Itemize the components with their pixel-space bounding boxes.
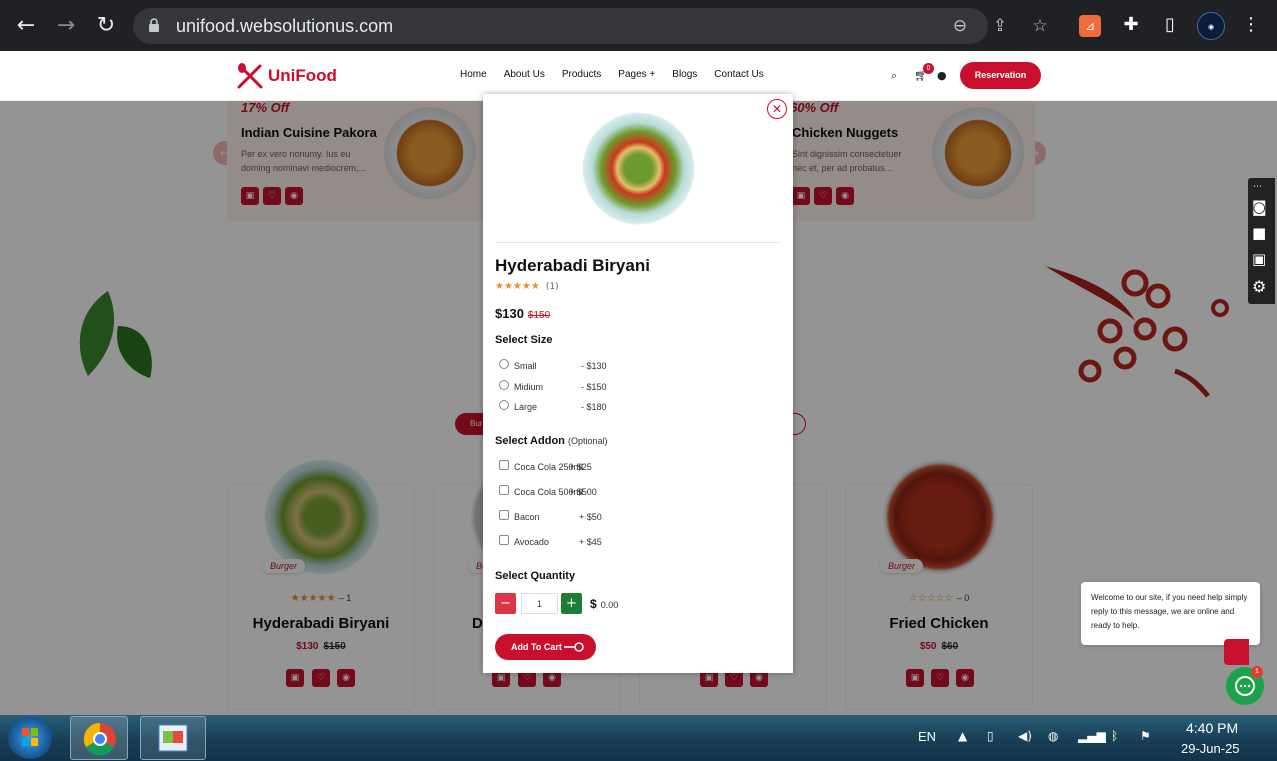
toggle-icon <box>564 642 584 652</box>
divider <box>495 242 781 243</box>
more-icon[interactable]: ⋯ <box>1253 182 1262 192</box>
extension-icon[interactable]: ⊿ <box>1079 15 1101 37</box>
addon-checkbox[interactable] <box>499 460 509 470</box>
nav-pages[interactable]: Pages + <box>618 69 655 80</box>
cart-count-badge: 0 <box>923 63 934 74</box>
quantity-input[interactable]: 1 <box>521 593 558 614</box>
screen-tools-panel: ⋯ ◙ ■ ▣ ⚙ <box>1248 178 1275 304</box>
addon-heading: Select Addon (Optional) <box>495 435 608 447</box>
menu-icon[interactable]: ⋮ <box>1239 13 1263 37</box>
close-icon[interactable]: ✕ <box>767 99 787 119</box>
search-icon[interactable]: ⌕ <box>891 69 897 83</box>
start-button[interactable] <box>8 717 52 759</box>
addon-checkbox[interactable] <box>499 535 509 545</box>
side-tab[interactable] <box>1224 639 1249 665</box>
size-radio[interactable] <box>499 380 509 390</box>
settings-icon[interactable]: ⚙ <box>1252 277 1266 296</box>
signal-icon[interactable]: ▂▄▆ <box>1078 729 1106 743</box>
nav-about[interactable]: About Us <box>504 69 545 80</box>
address-bar[interactable]: unifood.websolutionus.com ⊖ ⇪ ☆ <box>133 8 1048 44</box>
bluetooth-icon[interactable]: ᛒ <box>1111 729 1118 743</box>
nav-products[interactable]: Products <box>562 69 601 80</box>
camera-icon[interactable]: ◙ <box>1252 198 1267 216</box>
reservation-button[interactable]: Reservation <box>960 62 1041 89</box>
app-taskbar-button[interactable] <box>140 716 206 760</box>
volume-icon[interactable]: ◀) <box>1018 729 1032 743</box>
language-indicator[interactable]: EN <box>918 729 936 744</box>
reload-icon[interactable]: ↻ <box>92 12 120 40</box>
nav-blogs[interactable]: Blogs <box>672 69 697 80</box>
star-icon[interactable]: ☆ <box>1028 14 1052 38</box>
action-center-icon[interactable]: ⚑ <box>1140 729 1151 743</box>
logo-text: UniFood <box>268 66 337 85</box>
chat-welcome-message: Welcome to our site, if you need help si… <box>1081 582 1260 645</box>
url-text[interactable]: unifood.websolutionus.com <box>176 16 393 37</box>
add-to-cart-button[interactable]: Add To Cart <box>495 634 596 660</box>
lock-icon[interactable] <box>149 18 159 32</box>
video-icon[interactable]: ■ <box>1252 224 1266 242</box>
nav-contact[interactable]: Contact Us <box>714 69 763 80</box>
product-image <box>576 106 701 231</box>
increment-button[interactable]: + <box>561 593 582 614</box>
battery-icon[interactable]: ▯ <box>987 729 994 743</box>
modal-rating: ★★★★★ (1) <box>495 281 559 292</box>
chrome-icon <box>83 722 116 756</box>
modal-price: $130 $150 <box>495 306 551 321</box>
size-heading: Select Size <box>495 334 553 346</box>
zoom-icon[interactable]: ⊖ <box>948 14 972 38</box>
back-icon[interactable]: ← <box>12 12 40 40</box>
size-radio[interactable] <box>499 400 509 410</box>
size-radio[interactable] <box>499 359 509 369</box>
browser-toolbar: ← → ↻ unifood.websolutionus.com ⊖ ⇪ ☆ ⊿ … <box>0 0 1277 51</box>
decrement-button[interactable]: − <box>495 593 516 614</box>
windows-logo-icon <box>22 728 38 746</box>
clock-date[interactable]: 29-Jun-25 <box>1181 741 1240 756</box>
sidepanel-icon[interactable]: ▯ <box>1158 13 1182 37</box>
chrome-taskbar-button[interactable] <box>70 716 128 760</box>
windows-taskbar: EN ▲ ▯ ◀) ◍ ▂▄▆ ᛒ ⚑ 4:40 PM 29-Jun-25 <box>0 715 1277 761</box>
network-icon[interactable]: ◍ <box>1048 729 1058 743</box>
modal-product-title: Hyderabadi Biryani <box>495 256 650 275</box>
show-hidden-icons-icon[interactable]: ▲ <box>958 729 967 743</box>
total-price: $0.00 <box>590 597 619 611</box>
clock-time[interactable]: 4:40 PM <box>1186 720 1238 736</box>
user-icon[interactable]: ● <box>937 69 947 82</box>
nav-home[interactable]: Home <box>460 69 487 80</box>
quantity-heading: Select Quantity <box>495 570 576 582</box>
fork-spoon-logo-icon <box>237 63 263 89</box>
site-logo[interactable]: UniFood <box>234 59 337 93</box>
addon-checkbox[interactable] <box>499 485 509 495</box>
addon-checkbox[interactable] <box>499 510 509 520</box>
forward-icon[interactable]: → <box>52 12 80 40</box>
main-nav: Home About Us Products Pages + Blogs Con… <box>460 69 781 80</box>
profile-icon[interactable]: ◉ <box>1197 12 1225 40</box>
chat-badge: 1 <box>1251 666 1263 678</box>
puzzle-icon[interactable]: ✚ <box>1119 13 1143 37</box>
share-icon[interactable]: ⇪ <box>988 14 1012 38</box>
product-quick-view-modal: ✕ Hyderabadi Biryani ★★★★★ (1) $130 $150 S… <box>483 94 793 673</box>
paint-app-icon <box>158 724 188 752</box>
window-icon[interactable]: ▣ <box>1252 250 1266 268</box>
